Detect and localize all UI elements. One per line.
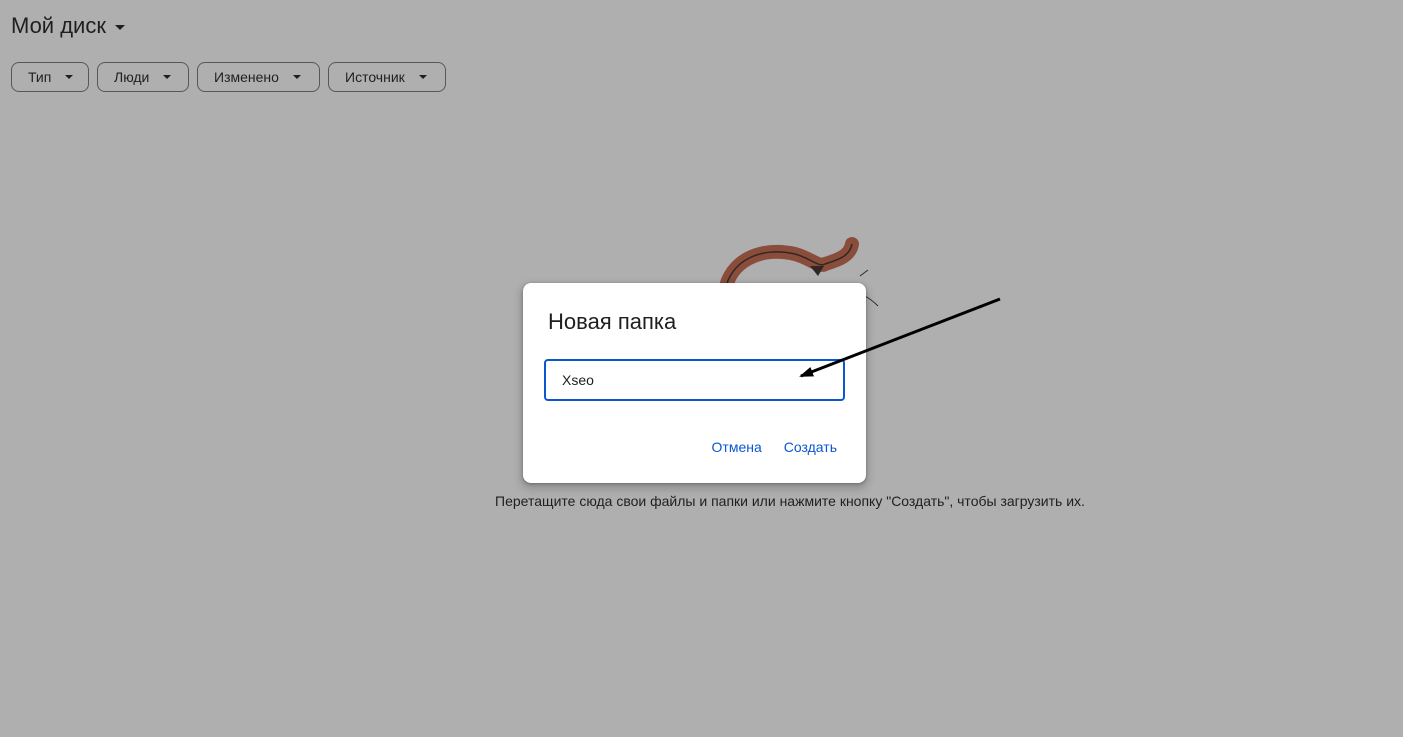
dialog-actions: Отмена Создать — [701, 435, 848, 459]
folder-name-input[interactable] — [544, 359, 845, 401]
dialog-title: Новая папка — [548, 309, 677, 334]
create-button[interactable]: Создать — [773, 435, 848, 459]
new-folder-dialog: Новая папка Отмена Создать — [523, 283, 866, 483]
cancel-button[interactable]: Отмена — [701, 435, 773, 459]
